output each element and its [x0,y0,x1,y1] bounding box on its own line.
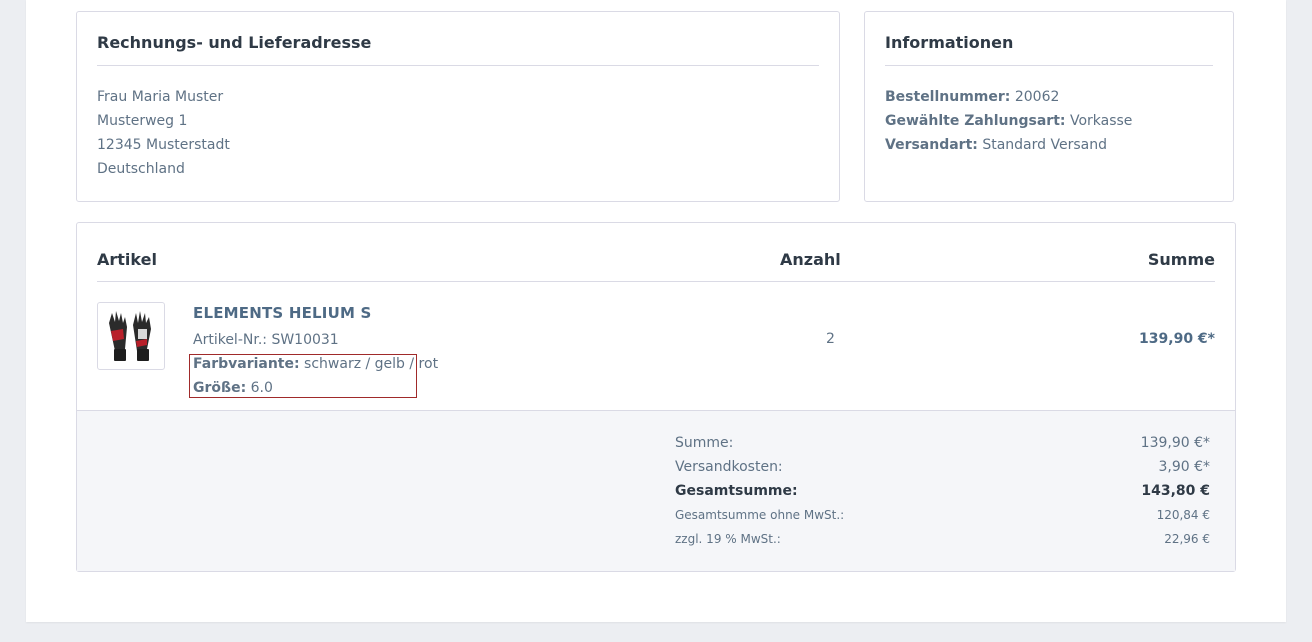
net-total-label: Gesamtsumme ohne MwSt.: [675,508,845,522]
address-name: Frau Maria Muster [97,89,224,105]
shipping-cost-value: 3,90 €* [1158,459,1210,475]
address-street: Musterweg 1 [97,113,188,129]
subtotal-label: Summe: [675,435,734,451]
header-item: Artikel [97,250,157,269]
net-total-value: 120,84 € [1156,508,1210,522]
information-box: Informationen Bestellnummer: 20062 Gewäh… [864,11,1234,202]
address-lines: Frau Maria Muster Musterweg 1 12345 Must… [97,85,230,181]
product-sku-label: Artikel-Nr.: [193,332,267,348]
totals-row: Versandkosten: 3,90 €* [675,455,1210,479]
information-lines: Bestellnummer: 20062 Gewählte Zahlungsar… [885,85,1132,157]
shipping-label: Versandart: [885,137,978,153]
header-sum: Summe [1147,250,1215,269]
payment-value: Vorkasse [1069,113,1133,129]
glove-product-icon [109,311,151,361]
variant-highlight-box [189,354,417,398]
vat-label: zzgl. 19 % MwSt.: [675,532,781,546]
product-sku-value: SW10031 [271,332,339,348]
totals-section: Summe: 139,90 €* Versandkosten: 3,90 €* … [77,410,1235,571]
shipping-row: Versandart: Standard Versand [885,133,1132,157]
header-quantity: Anzahl [780,250,841,269]
order-number-row: Bestellnummer: 20062 [885,85,1132,109]
vat-value: 22,96 € [1164,532,1210,546]
address-country: Deutschland [97,161,185,177]
subtotal-value: 139,90 €* [1140,435,1210,451]
totals-row: Gesamtsumme: 143,80 € [675,479,1210,503]
grand-total-value: 143,80 € [1141,483,1210,499]
address-box: Rechnungs- und Lieferadresse Frau Maria … [76,11,840,202]
order-items-box: Artikel Anzahl Summe ELEMENTS HELIUM S A… [76,222,1236,572]
account-page: Rechnungs- und Lieferadresse Frau Maria … [26,0,1286,622]
header-divider [97,281,1215,282]
totals-row: Gesamtsumme ohne MwSt.: 120,84 € [675,503,1210,527]
payment-label: Gewählte Zahlungsart: [885,113,1066,129]
product-image[interactable] [97,302,165,370]
grand-total-label: Gesamtsumme: [675,483,798,499]
totals-row: Summe: 139,90 €* [675,431,1210,455]
address-title: Rechnungs- und Lieferadresse [97,33,819,66]
totals-row: zzgl. 19 % MwSt.: 22,96 € [675,527,1210,551]
shipping-cost-label: Versandkosten: [675,459,783,475]
order-number-value: 20062 [1014,89,1060,105]
item-line-total: 139,90 €* [1139,331,1215,347]
item-quantity: 2 [826,331,835,347]
product-sku-row: Artikel-Nr.: SW10031 [193,328,438,352]
address-city: 12345 Musterstadt [97,137,230,153]
payment-row: Gewählte Zahlungsart: Vorkasse [885,109,1132,133]
shipping-value: Standard Versand [982,137,1107,153]
product-name-link[interactable]: ELEMENTS HELIUM S [193,304,372,322]
order-number-label: Bestellnummer: [885,89,1011,105]
information-title: Informationen [885,33,1213,66]
